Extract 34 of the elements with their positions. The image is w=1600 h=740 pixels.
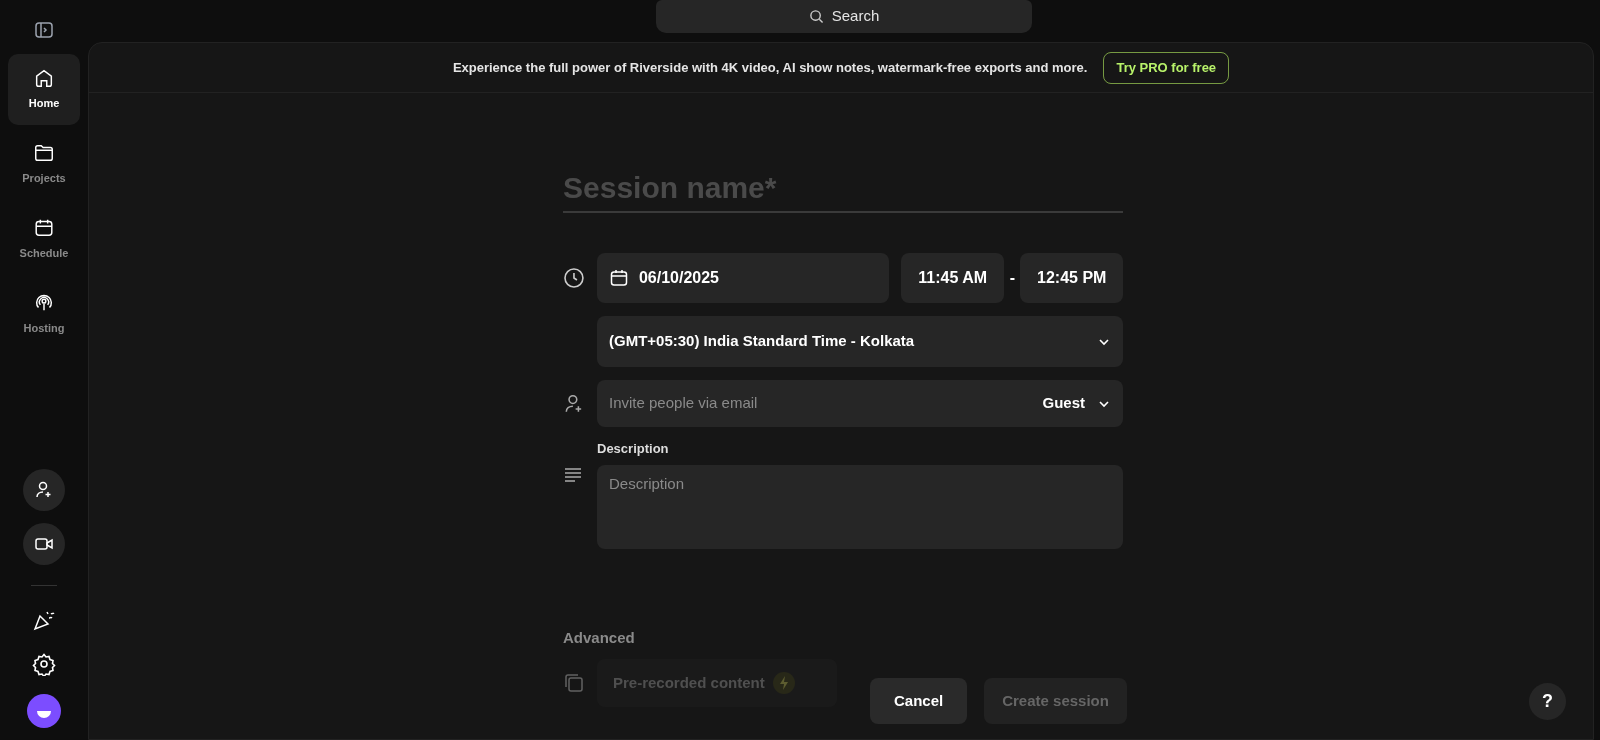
lightning-icon bbox=[772, 672, 795, 694]
avatar-icon[interactable] bbox=[27, 694, 61, 728]
description-field[interactable]: Description bbox=[597, 464, 1123, 549]
settings-icon[interactable] bbox=[32, 652, 56, 676]
start-time-field[interactable]: 11:45 AM bbox=[900, 253, 1005, 303]
add-person-icon bbox=[34, 480, 54, 500]
timezone-dropdown[interactable]: (GMT+05:30) India Standard Time - Kolkata bbox=[597, 316, 1123, 367]
add-person-button[interactable] bbox=[23, 469, 65, 511]
sidebar-item[interactable]: Schedule bbox=[8, 204, 80, 275]
help-button[interactable]: ? bbox=[1528, 682, 1566, 720]
end-time-field[interactable]: 12:45 PM bbox=[1020, 253, 1123, 303]
search-icon bbox=[808, 9, 824, 24]
promo-text: Experience the full power of Riverside with 4K video, AI show notes, watermark-free exports and more. bbox=[452, 58, 1088, 77]
advanced-heading: Advanced bbox=[563, 627, 636, 648]
sidebar-item[interactable]: Projects bbox=[8, 129, 80, 200]
calendar-icon bbox=[608, 268, 629, 288]
cancel-button[interactable]: Cancel bbox=[870, 678, 968, 724]
description-label: Description bbox=[597, 440, 670, 458]
sidebar-item[interactable]: Hosting bbox=[8, 279, 80, 350]
search-field[interactable]: Search bbox=[656, 0, 1032, 33]
date-value: 06/10/2025 bbox=[638, 268, 719, 288]
sidebar-toggle-icon[interactable] bbox=[34, 20, 54, 40]
copy-icon bbox=[563, 672, 585, 694]
clock-icon bbox=[563, 267, 585, 289]
sidebar-item[interactable]: Home bbox=[8, 54, 80, 125]
text-lines-icon bbox=[563, 465, 583, 485]
home-icon bbox=[33, 67, 55, 90]
role-dropdown[interactable]: Guest bbox=[1042, 392, 1111, 415]
date-field[interactable]: 06/10/2025 bbox=[596, 253, 889, 303]
time-separator: - bbox=[1008, 268, 1017, 288]
video-button[interactable] bbox=[23, 523, 65, 565]
try-pro-button[interactable]: Try PRO for free bbox=[1103, 51, 1230, 84]
invite-field[interactable]: Invite people via email Guest bbox=[597, 380, 1123, 427]
search-label: Search bbox=[831, 6, 880, 27]
